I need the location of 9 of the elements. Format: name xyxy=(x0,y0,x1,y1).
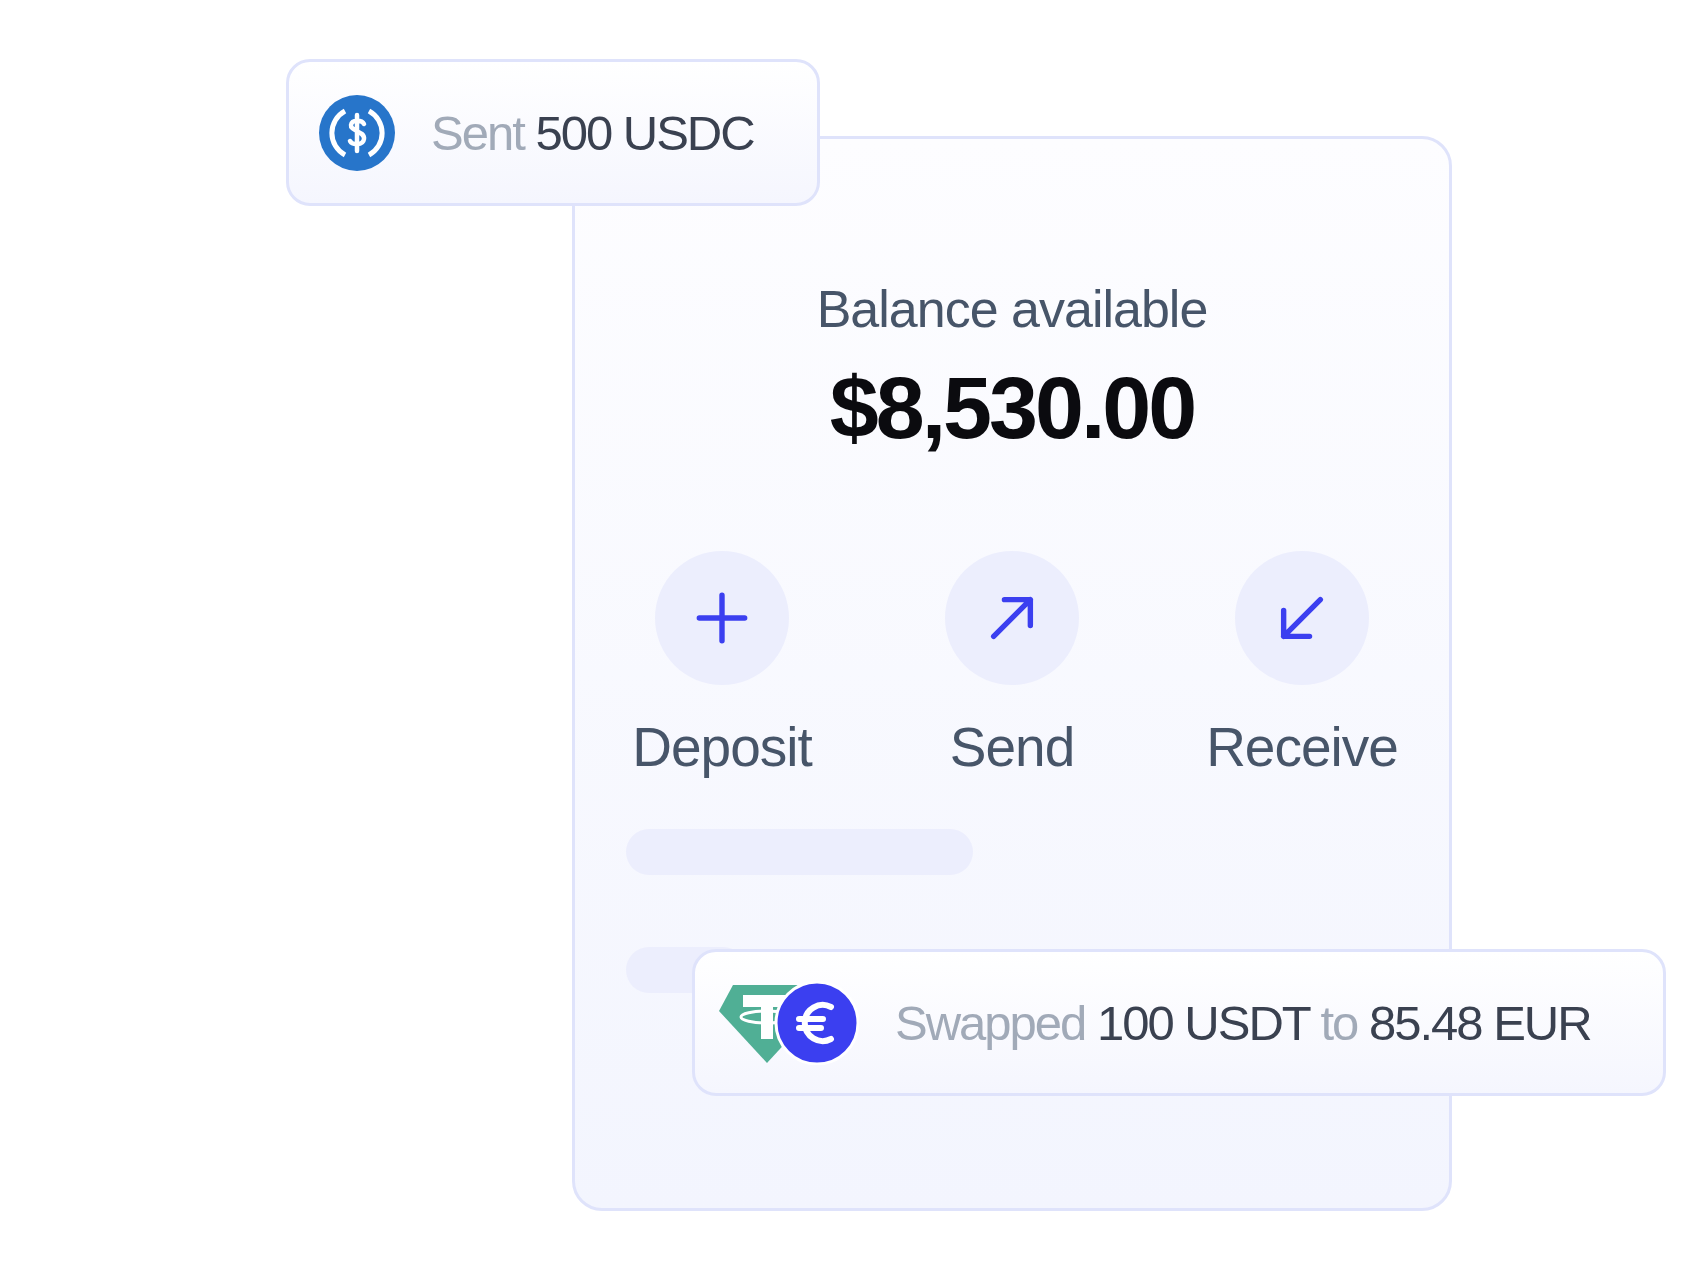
action-button[interactable]: Deposit xyxy=(627,551,817,779)
notification-text: Swapped 100 USDT to 85.48 EUR xyxy=(895,994,1591,1051)
currency-pair-icon xyxy=(719,980,859,1065)
balance-label: Balance available xyxy=(816,279,1208,339)
coin-icon xyxy=(319,94,395,171)
action-button[interactable]: Receive xyxy=(1207,551,1397,779)
balance-amount: $8,530.00 xyxy=(829,357,1195,459)
action-button[interactable]: Send xyxy=(917,551,1107,779)
notification-text: Sent 500 USDC xyxy=(431,104,754,161)
